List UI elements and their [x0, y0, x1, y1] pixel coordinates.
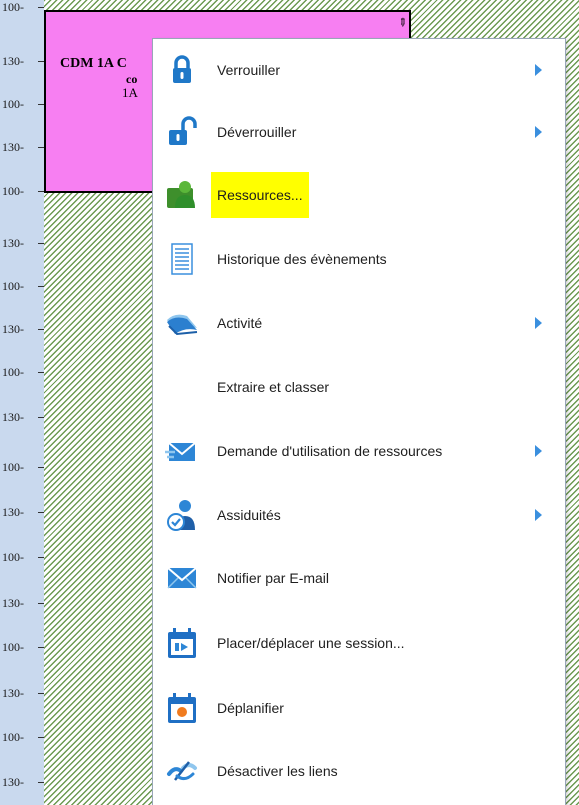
menu-item-label: Historique des évènements — [217, 251, 387, 267]
email-envelope-icon — [165, 561, 199, 595]
ruler-tick: 100- — [2, 550, 44, 564]
menu-item-label: Placer/déplacer une session... — [217, 635, 405, 651]
menu-item-label: Demande d'utilisation de ressources — [217, 443, 443, 459]
menu-item-historique[interactable]: Historique des évènements — [153, 236, 565, 282]
ruler-tick: 130- — [2, 236, 44, 250]
menu-item-label: Déplanifier — [217, 700, 284, 716]
ruler-tick: 100- — [2, 184, 44, 198]
document-history-icon — [165, 242, 199, 276]
menu-item-deplanifier[interactable]: Déplanifier — [153, 685, 565, 731]
menu-item-label: Verrouiller — [217, 62, 281, 78]
ruler-tick: 100- — [2, 365, 44, 379]
menu-item-label: Déverrouiller — [217, 124, 297, 140]
ruler-tick: 100- — [2, 460, 44, 474]
attendance-person-check-icon — [165, 498, 199, 532]
ruler-tick: 100- — [2, 279, 44, 293]
menu-item-ressources[interactable]: Ressources... — [153, 172, 565, 218]
menu-item-demande-ressources[interactable]: Demande d'utilisation de ressources — [153, 428, 565, 474]
submenu-arrow-icon — [535, 445, 542, 457]
ruler-tick: 100- — [2, 640, 44, 654]
calendar-move-icon — [165, 626, 199, 660]
menu-item-label: Assiduités — [217, 507, 281, 523]
lock-closed-icon — [165, 53, 199, 87]
menu-item-placer-deplacer[interactable]: Placer/déplacer une session... — [153, 620, 565, 666]
menu-item-desactiver-liens[interactable]: Désactiver les liens — [153, 748, 565, 794]
menu-item-deverrouiller[interactable]: Déverrouiller — [153, 109, 565, 155]
submenu-arrow-icon — [535, 317, 542, 329]
ruler-tick: 130- — [2, 410, 44, 424]
ruler-tick: 130- — [2, 686, 44, 700]
menu-item-activite[interactable]: Activité — [153, 300, 565, 346]
menu-item-verrouiller[interactable]: Verrouiller — [153, 47, 565, 93]
calendar-unschedule-icon — [165, 691, 199, 725]
menu-item-label: Ressources... — [211, 172, 309, 218]
menu-item-label: Désactiver les liens — [217, 763, 338, 779]
submenu-arrow-icon — [535, 64, 542, 76]
menu-item-label: Notifier par E-mail — [217, 570, 330, 586]
lock-open-icon — [165, 115, 199, 149]
submenu-arrow-icon — [535, 509, 542, 521]
session-title: CDM 1A C — [60, 56, 127, 71]
ruler-tick: 130- — [2, 322, 44, 336]
session-line-3: 1A — [122, 85, 138, 100]
ruler-tick: 100- — [2, 730, 44, 744]
time-ruler: 100- 130- 100- 130- 100- 130- 100- 130- … — [0, 0, 45, 805]
ruler-tick: 100- — [2, 97, 44, 111]
ruler-tick: 130- — [2, 140, 44, 154]
resources-person-icon — [165, 178, 199, 212]
submenu-arrow-icon — [535, 126, 542, 138]
menu-item-label: Extraire et classer — [217, 379, 330, 395]
ruler-tick: 130- — [2, 596, 44, 610]
ruler-tick: 100- — [2, 0, 44, 14]
unlink-icon — [165, 754, 199, 788]
menu-item-label: Activité — [217, 315, 263, 331]
menu-item-extraire-classer[interactable]: Extraire et classer — [153, 364, 565, 410]
ruler-tick: 130- — [2, 505, 44, 519]
envelope-request-icon — [165, 434, 199, 468]
ruler-tick: 130- — [2, 775, 44, 789]
context-menu: Verrouiller Déverrouiller Ressources... — [152, 38, 566, 805]
menu-item-notifier-email[interactable]: Notifier par E-mail — [153, 555, 565, 601]
ruler-tick: 130- — [2, 54, 44, 68]
menu-item-assiduites[interactable]: Assiduités — [153, 492, 565, 538]
activity-book-icon — [165, 306, 199, 340]
